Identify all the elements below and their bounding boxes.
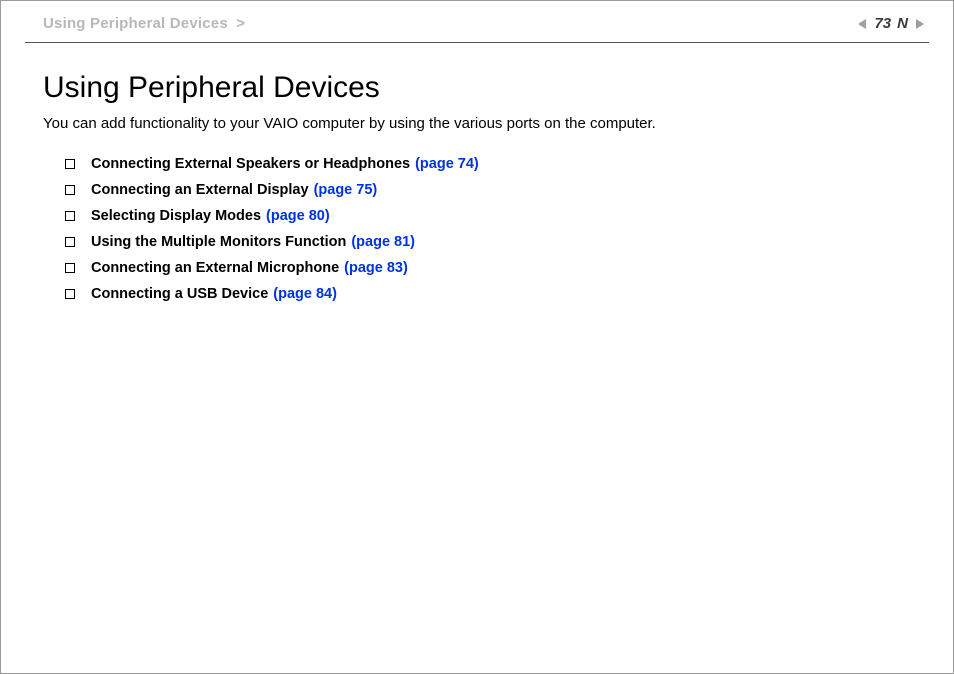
header-bar: Using Peripheral Devices > 73 N — [1, 1, 953, 40]
page-ref-link[interactable]: (page 83) — [344, 260, 408, 276]
intro-text: You can add functionality to your VAIO c… — [43, 115, 911, 132]
page-ref-link[interactable]: (page 74) — [415, 156, 479, 172]
list-item: Selecting Display Modes (page 80) — [65, 208, 911, 224]
square-bullet-icon — [65, 289, 75, 299]
breadcrumb-text: Using Peripheral Devices — [43, 15, 228, 32]
square-bullet-icon — [65, 211, 75, 221]
breadcrumb: Using Peripheral Devices > — [43, 15, 245, 32]
page-number: 73 — [874, 15, 891, 32]
list-item-label: Connecting an External Microphone — [91, 260, 339, 276]
toc-list: Connecting External Speakers or Headphon… — [43, 156, 911, 302]
list-item: Connecting an External Display (page 75) — [65, 182, 911, 198]
list-item-label: Connecting External Speakers or Headphon… — [91, 156, 410, 172]
square-bullet-icon — [65, 263, 75, 273]
page-ref-link[interactable]: (page 84) — [273, 286, 337, 302]
page-ref-link[interactable]: (page 81) — [351, 234, 415, 250]
list-item-label: Selecting Display Modes — [91, 208, 261, 224]
page-ref-link[interactable]: (page 75) — [314, 182, 378, 198]
chevron-right-icon: > — [236, 15, 245, 32]
square-bullet-icon — [65, 159, 75, 169]
list-item: Using the Multiple Monitors Function (pa… — [65, 234, 911, 250]
square-bullet-icon — [65, 185, 75, 195]
page-title: Using Peripheral Devices — [43, 71, 911, 105]
arrow-right-icon[interactable] — [913, 17, 927, 31]
document-page: Using Peripheral Devices > 73 N Using Pe… — [0, 0, 954, 674]
page-navigator[interactable]: 73 N — [855, 15, 933, 32]
list-item: Connecting External Speakers or Headphon… — [65, 156, 911, 172]
list-item-label: Connecting an External Display — [91, 182, 309, 198]
content-area: Using Peripheral Devices You can add fun… — [1, 43, 953, 302]
arrow-left-icon[interactable] — [855, 17, 869, 31]
square-bullet-icon — [65, 237, 75, 247]
list-item: Connecting an External Microphone (page … — [65, 260, 911, 276]
list-item-label: Using the Multiple Monitors Function — [91, 234, 346, 250]
list-item: Connecting a USB Device (page 84) — [65, 286, 911, 302]
page-suffix: N — [897, 15, 908, 32]
list-item-label: Connecting a USB Device — [91, 286, 268, 302]
page-ref-link[interactable]: (page 80) — [266, 208, 330, 224]
